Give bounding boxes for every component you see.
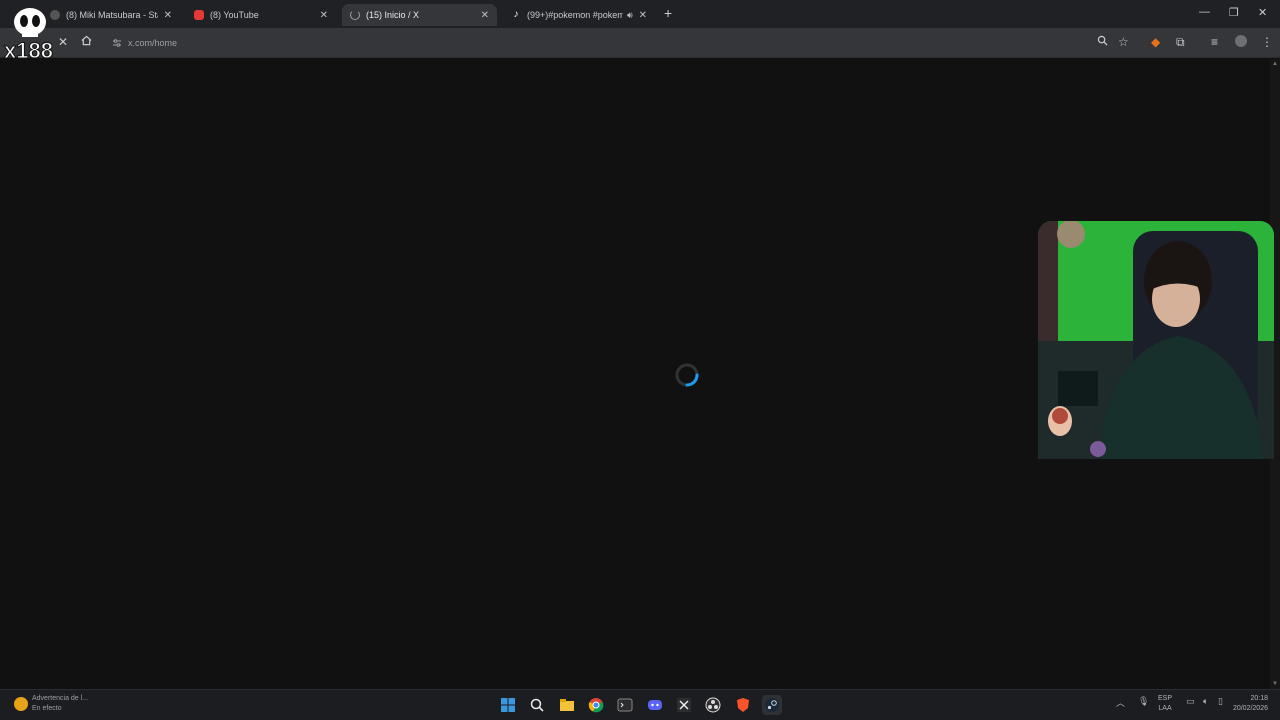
zoom-icon[interactable] — [1097, 35, 1108, 49]
address-bar[interactable]: x.com/home — [104, 32, 1114, 54]
clock-time: 20:18 — [1250, 695, 1268, 702]
extensions-puzzle-icon[interactable]: ⧉ — [1176, 35, 1185, 50]
network-icon[interactable]: ▭ — [1186, 696, 1195, 707]
language-indicator[interactable]: ESP LAA — [1158, 694, 1172, 714]
notification-subtitle: En efecto — [32, 705, 62, 712]
tab-title: (99+)#pokemon #pokemo — [527, 10, 623, 20]
youtube-icon — [194, 10, 204, 20]
terminal-icon[interactable] — [615, 695, 635, 715]
scroll-down-icon[interactable]: ▼ — [1272, 681, 1278, 687]
language-code: ESP — [1158, 695, 1173, 702]
media-controls-icon[interactable]: ≡ — [1211, 35, 1218, 49]
speaker-icon[interactable]: 🔊︎ — [627, 10, 633, 21]
battery-icon[interactable]: ▯ — [1218, 696, 1223, 707]
x188-logo: x188 — [4, 8, 53, 60]
tab-strip: (8) Miki Matsubara - Stay With ✕ (8) You… — [0, 0, 1280, 28]
close-tab-icon[interactable]: ✕ — [320, 10, 328, 21]
stop-loading-icon[interactable]: ✕ — [58, 35, 68, 49]
notification-title: Advertencia de l... — [32, 695, 89, 702]
tab-title: (8) Miki Matsubara - Stay With — [66, 10, 158, 20]
clock[interactable]: 20:18 20/02/2026 — [1226, 694, 1268, 714]
notification-widget[interactable]: Advertencia de l... En efecto — [14, 694, 88, 714]
close-tab-icon[interactable]: ✕ — [639, 10, 647, 21]
show-hidden-icons-icon[interactable]: ︿ — [1116, 696, 1125, 709]
clock-date: 20/02/2026 — [1232, 705, 1268, 712]
tab-title: (8) YouTube — [210, 10, 259, 20]
obs-icon[interactable] — [703, 695, 723, 715]
url-text: x.com/home — [128, 38, 178, 48]
steam-icon[interactable] — [762, 695, 782, 715]
close-tab-icon[interactable]: ✕ — [164, 10, 172, 21]
warning-icon — [14, 697, 28, 711]
tab-youtube[interactable]: (8) YouTube ✕ — [186, 4, 336, 26]
tab-inicio-x[interactable]: (15) Inicio / X ✕ — [342, 4, 497, 26]
tab-miki-matsubara[interactable]: (8) Miki Matsubara - Stay With ✕ — [42, 4, 180, 26]
file-explorer-icon[interactable] — [557, 695, 577, 715]
scroll-up-icon[interactable]: ▲ — [1272, 61, 1278, 67]
loading-spinner-icon — [350, 10, 360, 20]
tiktok-icon: ♪ — [513, 9, 519, 20]
search-icon[interactable] — [527, 695, 547, 715]
tab-title: (15) Inicio / X — [366, 10, 420, 20]
keyboard-layout: LAA — [1158, 705, 1172, 712]
extension-fox-icon[interactable]: ◆ — [1151, 35, 1160, 49]
loading-spinner — [675, 363, 699, 387]
site-info-icon[interactable] — [112, 38, 122, 48]
menu-kebab-icon[interactable]: ⋮ — [1261, 35, 1273, 49]
chrome-icon[interactable] — [586, 695, 606, 715]
tab-tiktok-pokemon[interactable]: ♪ (99+)#pokemon #pokemo 🔊︎ ✕ — [503, 4, 655, 26]
profile-avatar-icon[interactable] — [1235, 35, 1247, 50]
brave-icon[interactable] — [733, 695, 753, 715]
microphone-icon[interactable]: 🎙︎ — [1138, 696, 1149, 707]
close-tab-icon[interactable]: ✕ — [481, 10, 489, 21]
minimize-icon[interactable]: — — [1199, 6, 1210, 18]
browser-toolbar: ✕ x.com/home ☆ ◆ ⧉ ≡ ⋮ — [0, 28, 1280, 58]
restore-icon[interactable]: ❐ — [1229, 6, 1239, 19]
close-window-icon[interactable]: ✕ — [1258, 6, 1267, 19]
home-icon[interactable] — [81, 35, 92, 49]
xbox-app-icon[interactable] — [674, 695, 694, 715]
svg-text:x188: x188 — [4, 38, 53, 60]
bookmark-star-icon[interactable]: ☆ — [1118, 35, 1129, 49]
volume-icon[interactable]: 🔈︎ — [1203, 696, 1208, 707]
new-tab-button[interactable]: + — [664, 5, 672, 21]
windows-start-icon[interactable] — [498, 695, 518, 715]
webcam-overlay — [1038, 221, 1274, 459]
discord-icon[interactable] — [645, 695, 665, 715]
windows-taskbar: Advertencia de l... En efecto ︿ 🎙︎ ESP L… — [0, 689, 1280, 720]
